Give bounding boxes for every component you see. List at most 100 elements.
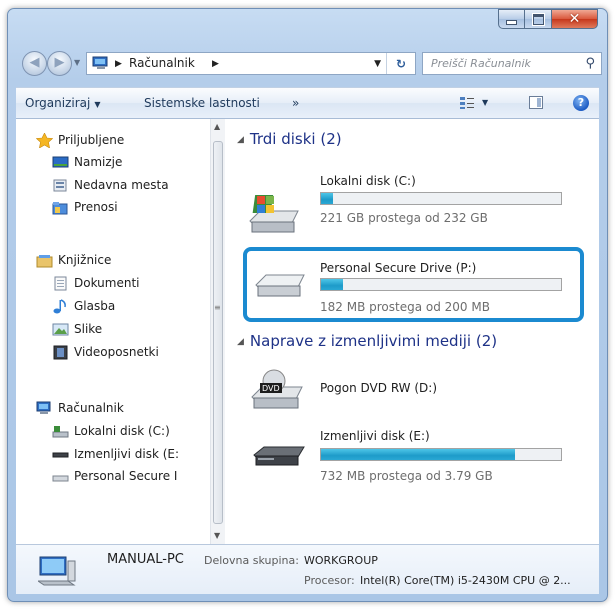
cpu-value: Intel(R) Core(TM) i5-2430M CPU @ 2... [360,574,571,587]
scrollbar-thumb[interactable] [213,141,223,524]
drive-usage-bar [320,278,562,291]
breadcrumb-arrow-icon[interactable]: ▶ [115,59,122,69]
organize-label: Organiziraj [25,96,91,110]
local-disk-icon [52,426,69,438]
libraries-icon [36,255,53,268]
navigation-bar: ◀ ▶ ▼ ▶ Računalnik ▶ ▼ ↻ Preišči Računal… [18,49,603,79]
usage-fill [321,279,343,290]
search-box[interactable]: Preišči Računalnik ⚲ [422,52,602,75]
group-label: Trdi diski (2) [249,130,342,148]
breadcrumb-arrow-icon[interactable]: ▶ [212,59,219,69]
cpu-label: Procesor: [304,574,355,587]
group-header-removable[interactable]: ◢ Naprave z izmenljivimi mediji (2) [237,332,497,350]
drive-name[interactable]: Pogon DVD RW (D:) [320,381,437,395]
screenshot: ✕ ◀ ▶ ▼ ▶ Računalnik ▶ ▼ ↻ Preišči Račun… [0,0,615,609]
scroll-up-icon[interactable]: ▲ [214,122,220,131]
star-icon [36,133,53,148]
breadcrumb-computer[interactable]: Računalnik [129,56,195,70]
nav-item-pictures[interactable]: Slike [52,322,102,336]
nav-item-label: Glasba [74,299,116,313]
drive-free-space: 221 GB prostega od 232 GB [320,211,488,225]
address-dropdown-icon[interactable]: ▼ [374,59,381,69]
drive-usage-bar [320,192,562,205]
history-dropdown-icon[interactable]: ▼ [74,58,80,67]
nav-item-label: Dokumenti [74,276,140,290]
nav-item-label: Videoposnetki [74,345,159,359]
refresh-button[interactable]: ↻ [386,53,415,74]
close-icon: ✕ [568,11,581,27]
collapse-triangle-icon: ◢ [237,337,244,347]
nav-item-libraries[interactable]: Knjižnice [36,253,112,268]
nav-item-personal-secure[interactable]: Personal Secure I [52,469,177,483]
nav-item-desktop[interactable]: Namizje [52,155,123,169]
nav-item-label: Priljubljene [58,133,125,147]
organize-button[interactable]: Organiziraj ▼ [25,96,101,110]
documents-icon [54,276,67,291]
minimize-button[interactable] [498,9,525,29]
file-list-pane: ◢ Trdi diski (2) Lokalni disk (C:) 221 GB… [226,119,599,544]
desktop-icon [52,156,69,168]
explorer-window: ✕ ◀ ▶ ▼ ▶ Računalnik ▶ ▼ ↻ Preišči Račun… [7,8,608,602]
content-area: Priljubljene Namizje Nedavna mesta Preno… [16,119,599,544]
view-dropdown-icon[interactable]: ▼ [482,98,488,107]
forward-arrow-icon: ▶ [54,55,65,70]
drive-icon [52,475,69,482]
nav-item-label: Izmenljivi disk (E: [74,447,180,461]
music-note-icon [53,299,66,314]
nav-item-label: Računalnik [58,401,124,415]
drive-free-space: 732 MB prostega od 3.79 GB [320,469,493,483]
back-button[interactable]: ◀ [22,51,47,76]
change-view-icon[interactable] [459,96,475,110]
nav-item-downloads[interactable]: Prenosi [52,200,118,215]
nav-item-label: Nedavna mesta [74,178,169,192]
video-icon [53,345,68,360]
navigation-pane: Priljubljene Namizje Nedavna mesta Preno… [16,119,216,544]
more-commands-button[interactable]: » [292,96,299,110]
nav-item-favorites[interactable]: Priljubljene [36,133,125,148]
nav-item-label: Prenosi [74,200,118,214]
group-header-hard-disks[interactable]: ◢ Trdi diski (2) [237,130,342,148]
close-button[interactable]: ✕ [552,9,598,29]
drive-free-space: 182 MB prostega od 200 MB [320,300,490,314]
drive-name[interactable]: Lokalni disk (C:) [320,174,416,188]
group-label: Naprave z izmenljivimi mediji (2) [249,332,498,350]
drive-icon [255,274,305,297]
computer-icon [38,556,76,586]
chevron-down-icon: ▼ [94,100,101,109]
nav-item-label: Lokalni disk (C:) [74,424,170,438]
maximize-icon [531,12,545,26]
recent-places-icon [53,179,67,192]
nav-item-documents[interactable]: Dokumenti [54,276,140,291]
forward-button[interactable]: ▶ [47,51,72,76]
drive-name[interactable]: Personal Secure Drive (P:) [320,261,476,275]
local-disk-icon [249,195,299,233]
removable-disk-icon [52,452,69,458]
nav-item-removable-disk[interactable]: Izmenljivi disk (E: [52,447,180,461]
preview-pane-icon [537,98,541,107]
system-properties-button[interactable]: Sistemske lastnosti [144,96,260,110]
back-arrow-icon: ◀ [29,55,40,70]
collapse-triangle-icon: ◢ [237,135,244,145]
nav-item-label: Knjižnice [58,253,112,267]
nav-item-computer[interactable]: Računalnik [36,401,124,415]
preview-pane-button[interactable] [529,96,543,109]
nav-item-music[interactable]: Glasba [53,299,116,314]
removable-disk-icon [253,446,305,466]
nav-item-local-disk[interactable]: Lokalni disk (C:) [52,424,170,438]
nav-pane-scrollbar[interactable]: ▲ ≡ ▼ [210,119,225,544]
caption-buttons: ✕ [498,9,598,30]
help-button[interactable]: ? [573,95,589,111]
maximize-button[interactable] [525,9,552,29]
workgroup-value: WORKGROUP [304,554,378,567]
drive-name[interactable]: Izmenljivi disk (E:) [320,429,430,443]
nav-item-videos[interactable]: Videoposnetki [53,345,159,360]
search-icon[interactable]: ⚲ [585,56,595,71]
details-pane: MANUAL-PC Delovna skupina: WORKGROUP Pro… [16,544,599,594]
scroll-grip-icon: ≡ [214,303,221,312]
nav-item-recent[interactable]: Nedavna mesta [53,178,169,192]
scroll-down-icon[interactable]: ▼ [214,531,220,540]
usage-fill [321,449,516,460]
computer-icon [36,401,51,414]
address-bar[interactable]: ▶ Računalnik ▶ ▼ ↻ [86,52,416,75]
nav-item-label: Namizje [74,155,123,169]
